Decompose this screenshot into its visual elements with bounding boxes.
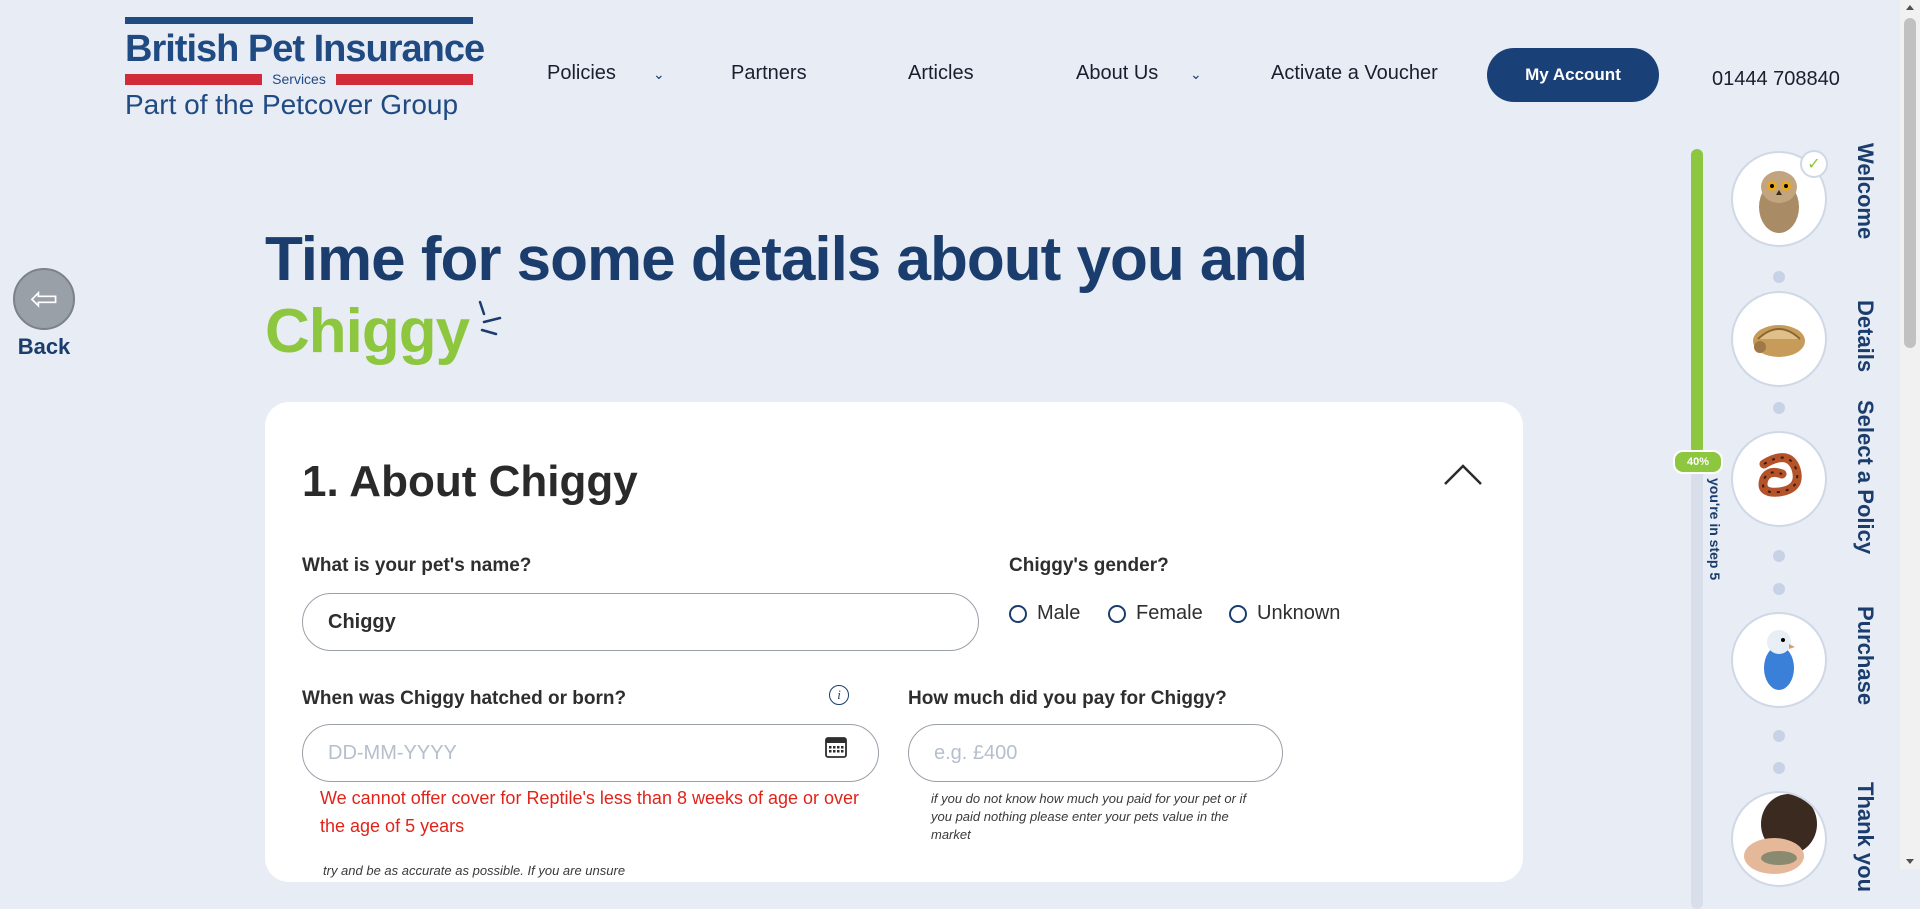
progress-dot	[1773, 583, 1785, 595]
info-icon[interactable]: i	[829, 685, 849, 705]
page-title-pet-name: Chiggy	[265, 297, 470, 366]
progress-dot	[1773, 762, 1785, 774]
logo-services-row: Services	[125, 71, 473, 87]
price-input[interactable]: e.g. £400	[908, 724, 1283, 782]
collapse-chevron-up-icon[interactable]	[1443, 460, 1483, 490]
step-label-thank-you: Thank you	[1853, 782, 1878, 893]
step-thank-you[interactable]	[1731, 791, 1827, 887]
radio-label: Male	[1037, 602, 1081, 624]
calendar-icon[interactable]	[824, 735, 848, 759]
price-hint: if you do not know how much you paid for…	[931, 791, 1247, 842]
page-scrollbar[interactable]	[1900, 0, 1920, 869]
about-pet-card: 1. About Chiggy What is your pet's name?…	[265, 402, 1523, 882]
back-label: Back	[17, 334, 71, 359]
radio-circle[interactable]	[1108, 604, 1126, 623]
page-title: Time for some details about you and Chig…	[265, 224, 1308, 368]
nav-label: Policies	[547, 62, 616, 84]
radio-circle[interactable]	[1229, 604, 1247, 623]
dob-error-message: We cannot offer cover for Reptile's less…	[320, 788, 860, 836]
logo-top-bar	[125, 17, 473, 24]
progress-percent-badge: 40%	[1673, 450, 1723, 474]
snake-icon	[1758, 453, 1802, 497]
section-title: 1. About Chiggy	[302, 457, 638, 506]
chevron-down-icon[interactable]: ⌄	[1190, 66, 1202, 83]
gender-radio-male[interactable]: Male	[1009, 602, 1080, 625]
nav-partners[interactable]: Partners	[731, 62, 807, 96]
logo-brand: British Pet Insurance	[125, 28, 485, 70]
dob-hint: try and be as accurate as possible. If y…	[323, 863, 626, 878]
step-label-select-policy: Select a Policy	[1853, 400, 1878, 555]
logo-red-bar	[125, 73, 263, 85]
step-label-welcome: Welcome	[1853, 143, 1878, 240]
gender-label: Chiggy's gender?	[1009, 555, 1169, 576]
gender-radio-female[interactable]: Female	[1108, 602, 1203, 625]
step-label-details: Details	[1853, 300, 1878, 373]
dob-input[interactable]: DD-MM-YYYY	[302, 724, 879, 782]
logo-services: Services	[272, 71, 326, 87]
chevron-down-icon[interactable]: ⌄	[653, 66, 665, 83]
scroll-up-arrow-icon[interactable]	[1906, 5, 1914, 10]
progress-dot	[1773, 271, 1785, 283]
nav-about-us[interactable]: About Us ⌄	[1076, 62, 1202, 96]
progress-dot	[1773, 550, 1785, 562]
radio-label: Female	[1136, 602, 1203, 624]
lizard-on-hand-icon	[1744, 794, 1817, 874]
progress-dot	[1773, 402, 1785, 414]
current-step-text: you're in step 5	[1707, 478, 1723, 581]
logo-group: Part of the Petcover Group	[125, 89, 459, 120]
scrollbar-thumb[interactable]	[1904, 18, 1916, 348]
progress-fill	[1691, 149, 1703, 454]
logo-red-bar	[335, 73, 473, 85]
step-details[interactable]	[1731, 291, 1827, 387]
step-label-purchase: Purchase	[1853, 606, 1878, 706]
step-purchase[interactable]	[1731, 612, 1827, 708]
step-select-policy[interactable]	[1731, 431, 1827, 527]
nav-policies[interactable]: Policies ⌄	[547, 62, 665, 96]
site-logo[interactable]: British Pet Insurance Services Part of t…	[125, 17, 485, 121]
back-button[interactable]: ⇦ Back	[12, 268, 76, 360]
budgie-icon	[1764, 630, 1795, 690]
nav-activate-voucher[interactable]: Activate a Voucher	[1271, 62, 1438, 96]
pet-name-label: What is your pet's name?	[302, 555, 532, 576]
radio-circle[interactable]	[1009, 604, 1027, 623]
nav-articles[interactable]: Articles	[908, 62, 974, 96]
dob-label: When was Chiggy hatched or born?	[302, 688, 627, 709]
nav-label: Partners	[731, 62, 807, 84]
nav-label: Articles	[908, 62, 974, 84]
back-arrow-icon: ⇦	[13, 268, 75, 330]
sparkle-icon	[478, 300, 502, 336]
tortoise-icon	[1753, 325, 1805, 357]
step-completed-check-icon: ✓	[1800, 150, 1828, 178]
radio-label: Unknown	[1257, 602, 1341, 624]
gender-radio-unknown[interactable]: Unknown	[1229, 602, 1340, 625]
page-title-line1: Time for some details about you and	[265, 225, 1308, 294]
scroll-down-arrow-icon[interactable]	[1906, 859, 1914, 864]
phone-number[interactable]: 01444 708840	[1712, 68, 1840, 91]
pet-name-input[interactable]: Chiggy	[302, 593, 979, 651]
nav-label: About Us	[1076, 62, 1159, 84]
my-account-button[interactable]: My Account	[1487, 48, 1659, 102]
price-label: How much did you pay for Chiggy?	[908, 688, 1227, 709]
progress-dot	[1773, 730, 1785, 742]
nav-label: Activate a Voucher	[1271, 62, 1438, 84]
